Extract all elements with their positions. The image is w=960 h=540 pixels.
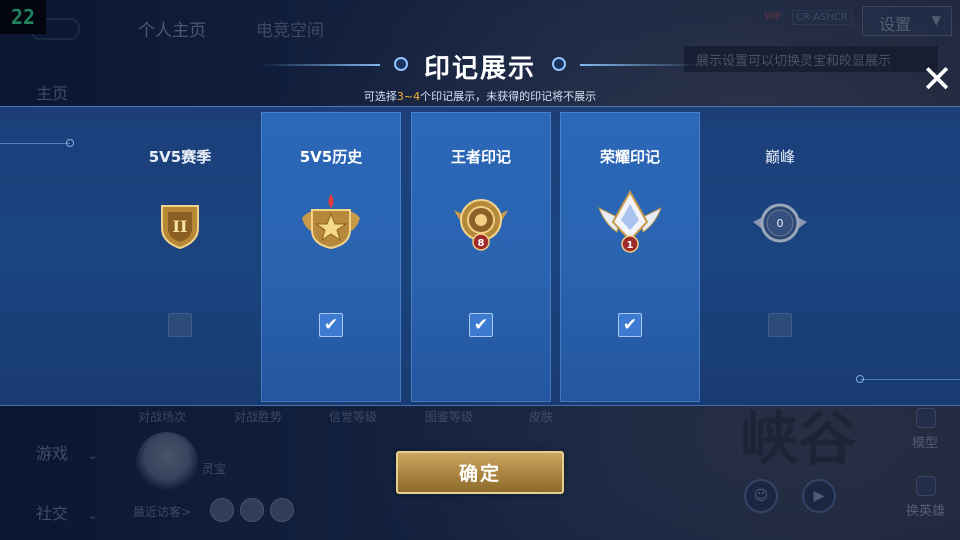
modal-subtitle: 可选择3~4个印记展示，未获得的印记将不展示: [300, 88, 660, 104]
emblem-card-king[interactable]: 王者印记 8 ✔: [411, 112, 551, 402]
card-title: 巅峰: [764, 148, 795, 166]
panel-decoration: [66, 139, 74, 147]
panel-decoration: [856, 375, 864, 383]
glory-mark-icon: 1: [598, 189, 662, 253]
peak-mark-icon: 0: [753, 203, 807, 243]
emblem-checkbox[interactable]: [168, 313, 192, 337]
panel-decoration: [0, 143, 70, 144]
card-title: 5V5赛季: [148, 148, 212, 166]
season-shield-icon: II: [161, 205, 199, 250]
emblem-checkbox[interactable]: [768, 313, 792, 337]
emblem-badge-text: 8: [478, 238, 485, 249]
modal-title: 印记展示: [423, 54, 536, 84]
close-button[interactable]: ✕: [920, 60, 954, 98]
emblem-checkbox[interactable]: ✔: [319, 313, 343, 337]
emblem-card-peak[interactable]: 巅峰 0: [710, 112, 850, 402]
confirm-button[interactable]: 确定: [396, 451, 564, 494]
panel-decoration: [860, 379, 960, 380]
history-star-badge-icon: [302, 194, 360, 250]
subtitle-prefix: 可选择: [363, 90, 397, 103]
card-title: 王者印记: [450, 148, 511, 166]
emblem-card-history[interactable]: 5V5历史 ✔: [261, 112, 401, 402]
emblem-badge-text: 0: [777, 217, 784, 230]
card-title: 5V5历史: [299, 148, 363, 166]
subtitle-highlight: 3~4: [396, 90, 421, 103]
emblem-checkbox[interactable]: ✔: [618, 313, 642, 337]
subtitle-suffix: 个印记展示，未获得的印记将不展示: [420, 90, 597, 103]
emblem-badge-text: 1: [627, 240, 634, 251]
emblem-card-glory[interactable]: 荣耀印记 1 ✔: [560, 112, 700, 402]
emblem-checkbox[interactable]: ✔: [469, 313, 493, 337]
emblem-card-season[interactable]: 5V5赛季 II: [110, 112, 250, 402]
king-mark-icon: 8: [454, 199, 508, 251]
card-title: 荣耀印记: [599, 148, 660, 166]
modal-header: 印记展示 可选择3~4个印记展示，未获得的印记将不展示: [260, 44, 700, 104]
emblem-badge-text: II: [173, 217, 188, 236]
